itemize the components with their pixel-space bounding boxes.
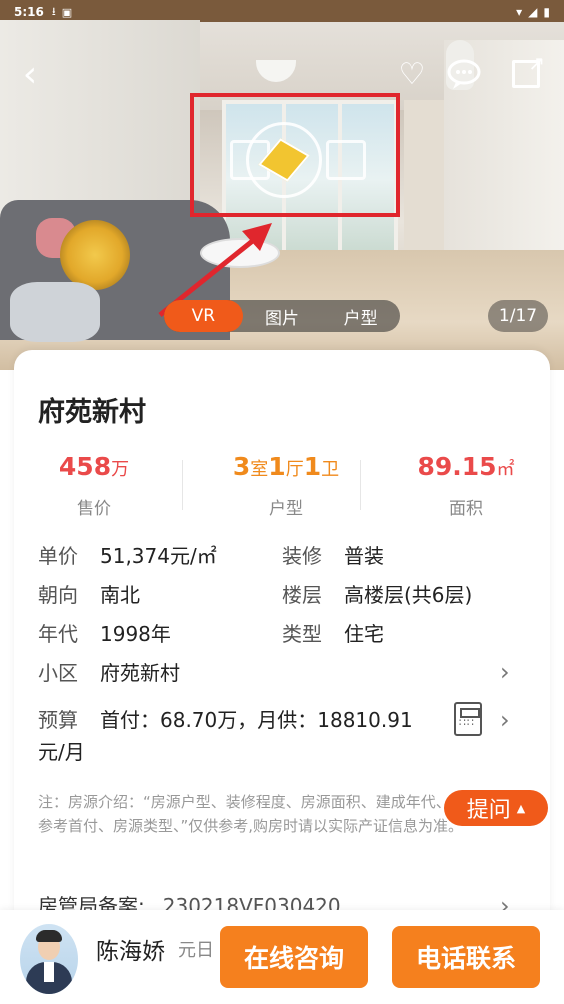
rooms-value: 3	[232, 452, 251, 481]
battery-icon: ▮	[543, 5, 550, 19]
detail-key: 单价	[38, 544, 78, 568]
stat-divider	[182, 460, 183, 510]
detail-key: 装修	[282, 544, 322, 568]
detail-value-cont: 元/月	[38, 740, 85, 764]
detail-floor: 楼层 高楼层(共6层)	[282, 579, 472, 608]
chevron-right-icon[interactable]: ›	[500, 658, 510, 686]
detail-year: 年代 1998年	[38, 618, 171, 647]
agent-name: 陈海娇	[96, 939, 165, 965]
detail-value: 高楼层(共6层)	[344, 583, 473, 607]
stat-area: 89.15㎡ 面积	[386, 452, 546, 519]
rooms-unit: 室	[250, 459, 269, 480]
baths-unit: 卫	[321, 459, 340, 480]
avatar[interactable]	[20, 924, 78, 994]
chat-button[interactable]	[446, 56, 482, 92]
heart-icon: ♡	[398, 56, 426, 92]
media-tabs: VR 图片 户型	[164, 300, 400, 332]
detail-community[interactable]: 小区 府苑新村	[38, 657, 528, 686]
calculator-icon[interactable]	[454, 702, 482, 736]
photo-counter: 1/17	[488, 300, 548, 332]
agent-company: 元日	[178, 940, 214, 961]
halls-value: 1	[268, 452, 286, 481]
detail-value: 住宅	[344, 622, 384, 646]
back-button[interactable]: ‹	[12, 53, 48, 95]
price-label: 售价	[77, 499, 111, 519]
online-consult-button[interactable]: 在线咨询	[220, 926, 368, 988]
detail-key: 类型	[282, 622, 322, 646]
stat-divider	[360, 460, 361, 510]
photo-cushion	[10, 282, 100, 342]
photo-sunflower-cushion	[60, 220, 130, 290]
chevron-right-icon[interactable]: ›	[500, 706, 510, 734]
detail-unit-price: 单价 51,374元/㎡	[38, 540, 217, 569]
layout-label: 户型	[269, 499, 303, 519]
wifi-icon: ▾	[516, 5, 523, 19]
tab-photos[interactable]: 图片	[243, 300, 322, 332]
detail-key: 朝向	[38, 583, 78, 607]
detail-value: 南北	[100, 583, 140, 607]
chat-icon	[447, 59, 481, 89]
vr-highlight-box	[190, 93, 400, 217]
detail-type: 类型 住宅	[282, 618, 384, 647]
caret-up-icon: ▲	[516, 801, 526, 815]
detail-key: 年代	[38, 622, 78, 646]
baths-value: 1	[303, 452, 322, 481]
favorite-button[interactable]: ♡	[394, 56, 430, 92]
download-icon: ⭳	[51, 4, 56, 18]
detail-key: 小区	[38, 661, 78, 685]
halls-unit: 厅	[285, 459, 304, 480]
listing-card: 府苑新村 458万 售价 3室1厅1卫 户型 89.15㎡ 面积 单价 51,37…	[14, 350, 550, 920]
price-value: 458	[58, 452, 112, 481]
signal-icon: ◢	[528, 5, 538, 19]
status-bar: 5:16 ⭳ ▣ ▾ ◢ ▮	[0, 0, 564, 24]
tab-floorplan[interactable]: 户型	[321, 300, 400, 332]
area-unit: ㎡	[496, 459, 515, 480]
price-unit: 万	[111, 459, 130, 480]
tab-vr[interactable]: VR	[164, 300, 243, 332]
detail-value: 首付：68.70万，月供：18810.91	[100, 708, 413, 732]
detail-budget[interactable]: 预算 首付：68.70万，月供：18810.91 元/月	[38, 704, 448, 768]
bottom-action-bar: 陈海娇 元日 在线咨询 电话联系	[0, 910, 564, 1004]
detail-value: 1998年	[100, 622, 171, 646]
share-icon	[512, 51, 545, 88]
ask-question-button[interactable]: 提问 ▲	[444, 790, 548, 826]
chevron-left-icon: ‹	[22, 53, 38, 95]
detail-orientation: 朝向 南北	[38, 579, 140, 608]
detail-key: 楼层	[282, 583, 322, 607]
detail-value: 51,374元/㎡	[100, 544, 217, 568]
listing-title: 府苑新村	[38, 397, 146, 428]
share-button[interactable]	[508, 51, 545, 92]
status-time: 5:16	[14, 5, 44, 19]
photo-curtain	[404, 100, 444, 260]
detail-key: 预算	[38, 708, 78, 732]
detail-value: 普装	[344, 544, 384, 568]
stat-price: 458万 售价	[14, 452, 174, 519]
detail-value: 府苑新村	[100, 661, 180, 685]
area-value: 89.15	[417, 452, 497, 481]
area-label: 面积	[449, 499, 483, 519]
detail-decoration: 装修 普装	[282, 540, 384, 569]
phone-call-button[interactable]: 电话联系	[392, 926, 540, 988]
ask-label: 提问	[466, 798, 511, 823]
stat-layout: 3室1厅1卫 户型	[206, 452, 366, 519]
a-icon: ▣	[61, 5, 73, 19]
